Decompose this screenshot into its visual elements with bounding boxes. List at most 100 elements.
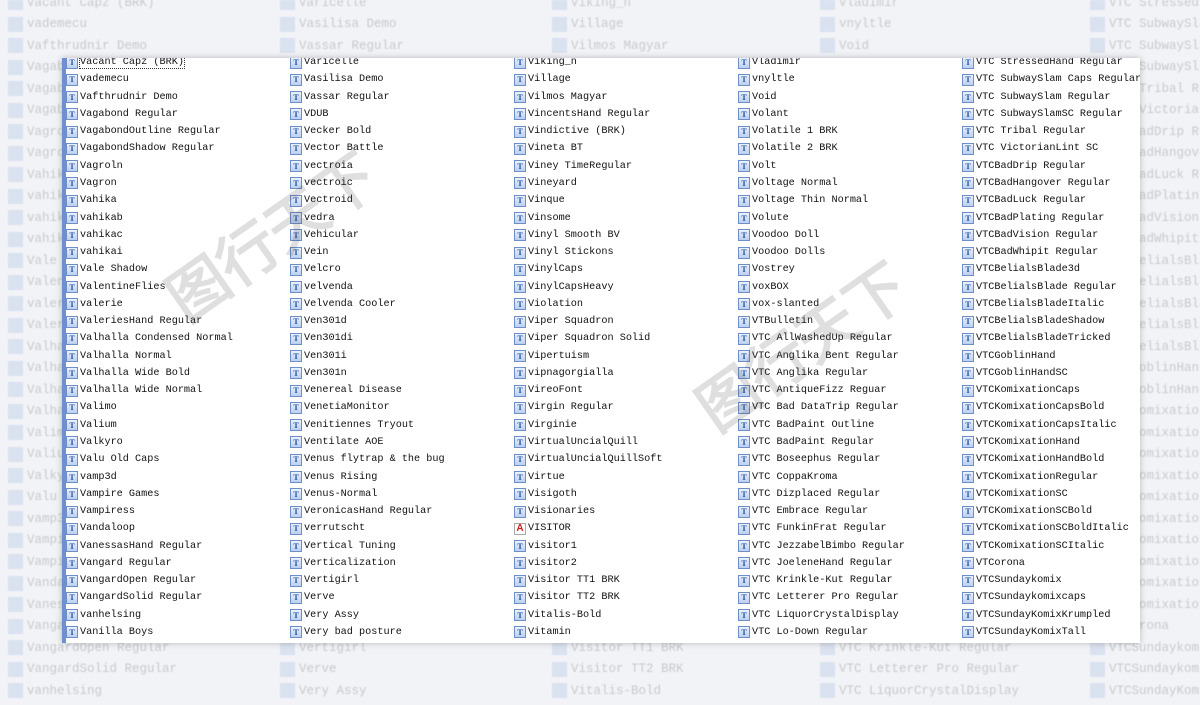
font-list-item[interactable]: T Voltage Thin Normal: [738, 192, 905, 209]
font-list-view[interactable]: T Vacant Capz (BRK) Tvademecu T Vafthrudnir …: [62, 58, 1140, 643]
font-list-item[interactable]: TvoxBOX: [738, 278, 905, 295]
font-list-item[interactable]: T VTC SubwaySlam Regular: [962, 89, 1140, 106]
font-list-item[interactable]: T VTCBelialsBladeTricked: [962, 330, 1140, 347]
font-list-item[interactable]: T VTC AntiqueFizz Reguar: [738, 382, 905, 399]
font-list-item[interactable]: T Vehicular: [290, 227, 445, 244]
font-list-item[interactable]: T Visitor TT2 BRK: [514, 589, 663, 606]
font-list-item[interactable]: T Void: [738, 89, 905, 106]
font-list-item[interactable]: Tvipnagorgialla: [514, 365, 663, 382]
font-list-item[interactable]: Tvahikac: [66, 227, 233, 244]
font-list-item[interactable]: T Voltage Normal: [738, 175, 905, 192]
font-list-item[interactable]: T Vassar Regular: [290, 89, 445, 106]
font-list-item[interactable]: T VTCSundayKomixTall: [962, 624, 1140, 641]
font-list-item[interactable]: T Vector Battle: [290, 140, 445, 157]
font-list-item[interactable]: T VTCKomixationSCBold: [962, 503, 1140, 520]
font-list-item[interactable]: T Velvenda Cooler: [290, 296, 445, 313]
font-list-item[interactable]: T VTC JoeleneHand Regular: [738, 555, 905, 572]
font-list-item[interactable]: T Vineta BT: [514, 140, 663, 157]
font-list-item[interactable]: T VenetiaMonitor: [290, 399, 445, 416]
font-list-item[interactable]: T VTC BadPaint Regular: [738, 434, 905, 451]
font-list-item[interactable]: T VTC LiquorCrystalDisplay: [738, 607, 905, 624]
font-list-item[interactable]: Tvisitor2: [514, 555, 663, 572]
font-list-item[interactable]: T Ven301n: [290, 365, 445, 382]
font-list-item[interactable]: T Vanilla Boys: [66, 624, 233, 641]
font-list-item[interactable]: T VTCKomixationRegular: [962, 468, 1140, 485]
font-list-item[interactable]: Tvisitor1: [514, 537, 663, 554]
font-list-item[interactable]: T VTCBadPlating Regular: [962, 209, 1140, 226]
font-list-item[interactable]: T VagabondOutline Regular: [66, 123, 233, 140]
font-list-item[interactable]: T Ven301di: [290, 330, 445, 347]
font-list-item[interactable]: Tvedra: [290, 209, 445, 226]
font-list-item[interactable]: Tvelvenda: [290, 278, 445, 295]
font-list-item[interactable]: Tvanhelsing: [66, 607, 233, 624]
font-list-item[interactable]: T VTCBadDrip Regular: [962, 158, 1140, 175]
font-list-item[interactable]: T Venitiennes Tryout: [290, 417, 445, 434]
font-list-item[interactable]: Tvademecu: [66, 71, 233, 88]
font-list-item[interactable]: T VTC Embrace Regular: [738, 503, 905, 520]
font-list-item[interactable]: T Vinyl Smooth BV: [514, 227, 663, 244]
font-list-item[interactable]: A VISITOR: [514, 520, 663, 537]
font-list-item[interactable]: T Virtue: [514, 468, 663, 485]
font-list-item[interactable]: T VTCBelialsBlade Regular: [962, 278, 1140, 295]
font-list-item[interactable]: T Valimo: [66, 399, 233, 416]
font-list-item[interactable]: T Valhalla Wide Bold: [66, 365, 233, 382]
font-list-item[interactable]: T Viper Squadron Solid: [514, 330, 663, 347]
font-list-item[interactable]: T VTC SubwaySlamSC Regular: [962, 106, 1140, 123]
font-list-item[interactable]: T Vampire Games: [66, 486, 233, 503]
font-list-item[interactable]: T VTCorona: [962, 555, 1140, 572]
font-list-item[interactable]: T Voodoo Dolls: [738, 244, 905, 261]
font-list-item[interactable]: T VDUB: [290, 106, 445, 123]
font-list-item[interactable]: T Valhalla Condensed Normal: [66, 330, 233, 347]
font-list-item[interactable]: T Vandaloop: [66, 520, 233, 537]
font-list-item[interactable]: T Voodoo Doll: [738, 227, 905, 244]
font-list-item[interactable]: T Virgin Regular: [514, 399, 663, 416]
font-list-item[interactable]: T Vitamin: [514, 624, 663, 641]
font-list-item[interactable]: T Very Assy: [290, 607, 445, 624]
font-list-item[interactable]: T VanessasHand Regular: [66, 537, 233, 554]
font-list-item[interactable]: Tverrutscht: [290, 520, 445, 537]
font-list-item[interactable]: T VTC JezzabelBimbo Regular: [738, 537, 905, 554]
font-list-item[interactable]: T VTCBelialsBlade3d: [962, 261, 1140, 278]
font-list-item[interactable]: T Village: [514, 71, 663, 88]
font-list-item[interactable]: T Venereal Disease: [290, 382, 445, 399]
font-list-item[interactable]: T VirtualUncialQuill: [514, 434, 663, 451]
font-list-item[interactable]: T VTC CoppaKroma: [738, 468, 905, 485]
font-list-item[interactable]: T VeronicasHand Regular: [290, 503, 445, 520]
font-list-item[interactable]: T Vinsome: [514, 209, 663, 226]
font-list-item[interactable]: T Verticalization: [290, 555, 445, 572]
font-list-item[interactable]: T Vinque: [514, 192, 663, 209]
font-list-item[interactable]: T Vertigirl: [290, 572, 445, 589]
font-list-item[interactable]: T Valium: [66, 417, 233, 434]
font-list-item[interactable]: T VTCKomixationHand: [962, 434, 1140, 451]
font-list-item[interactable]: T Vasilisa Demo: [290, 71, 445, 88]
font-list-item[interactable]: Tvalerie: [66, 296, 233, 313]
font-list-item[interactable]: T Viney TimeRegular: [514, 158, 663, 175]
font-list-item[interactable]: T Vagabond Regular: [66, 106, 233, 123]
font-list-item[interactable]: Tvox-slanted: [738, 296, 905, 313]
font-list-item[interactable]: T Virginie: [514, 417, 663, 434]
font-list-item[interactable]: T Ven301i: [290, 348, 445, 365]
font-list-item[interactable]: Tvahikab: [66, 209, 233, 226]
font-list-item[interactable]: T VTCKomixationCapsItalic: [962, 417, 1140, 434]
font-list-item[interactable]: T VTCBadHangover Regular: [962, 175, 1140, 192]
font-list-item[interactable]: T VTC Boseephus Regular: [738, 451, 905, 468]
font-list-item[interactable]: T Venus Rising: [290, 468, 445, 485]
font-list-item[interactable]: T VireoFont: [514, 382, 663, 399]
font-list-item[interactable]: Tvahikai: [66, 244, 233, 261]
font-list-item[interactable]: T Vacant Capz (BRK): [66, 58, 233, 71]
font-list-item[interactable]: T Volatile 1 BRK: [738, 123, 905, 140]
font-list-item[interactable]: T Ven301d: [290, 313, 445, 330]
font-list-item[interactable]: T VTCBelialsBladeItalic: [962, 296, 1140, 313]
font-list-item[interactable]: T Vecker Bold: [290, 123, 445, 140]
font-list-item[interactable]: T Visigoth: [514, 486, 663, 503]
font-list-item[interactable]: T Vindictive (BRK): [514, 123, 663, 140]
font-list-item[interactable]: T VTC Bad DataTrip Regular: [738, 399, 905, 416]
font-list-item[interactable]: T Valhalla Wide Normal: [66, 382, 233, 399]
font-list-item[interactable]: T VTCKomixationHandBold: [962, 451, 1140, 468]
font-list-item[interactable]: T Vahika: [66, 192, 233, 209]
font-list-item[interactable]: T Violation: [514, 296, 663, 313]
font-list-item[interactable]: T VTCSundaykomix: [962, 572, 1140, 589]
font-list-item[interactable]: T Vectroid: [290, 192, 445, 209]
font-list-item[interactable]: T Venus-Normal: [290, 486, 445, 503]
font-list-item[interactable]: T Vitalis-Bold: [514, 607, 663, 624]
